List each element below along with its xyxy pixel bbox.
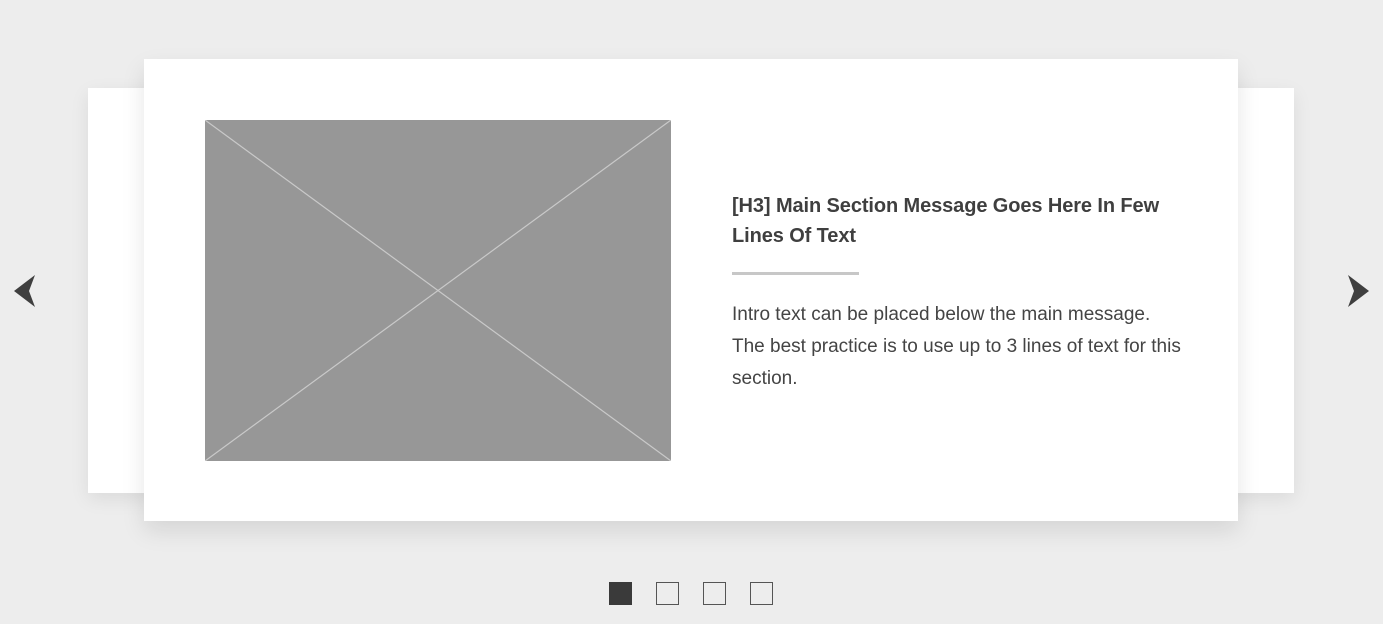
image-placeholder-x-icon [205,120,671,461]
carousel: [H3] Main Section Message Goes Here In F… [0,0,1383,624]
slide-indicator-2[interactable] [656,582,679,605]
heading-divider [732,272,859,275]
active-slide-card: [H3] Main Section Message Goes Here In F… [144,59,1238,521]
slide-indicator-3[interactable] [703,582,726,605]
image-placeholder [205,120,671,461]
slide-indicator-4[interactable] [750,582,773,605]
slide-intro-text: Intro text can be placed below the main … [732,304,1181,389]
slide-text-block: [H3] Main Section Message Goes Here In F… [732,191,1192,395]
slide-heading: [H3] Main Section Message Goes Here In F… [732,195,1160,247]
chevron-right-icon [1348,275,1369,307]
chevron-left-icon [14,275,35,307]
previous-slide-button[interactable] [10,271,38,311]
next-slide-button[interactable] [1345,271,1373,311]
slide-indicator-1[interactable] [609,582,632,605]
slide-indicators [609,582,773,605]
